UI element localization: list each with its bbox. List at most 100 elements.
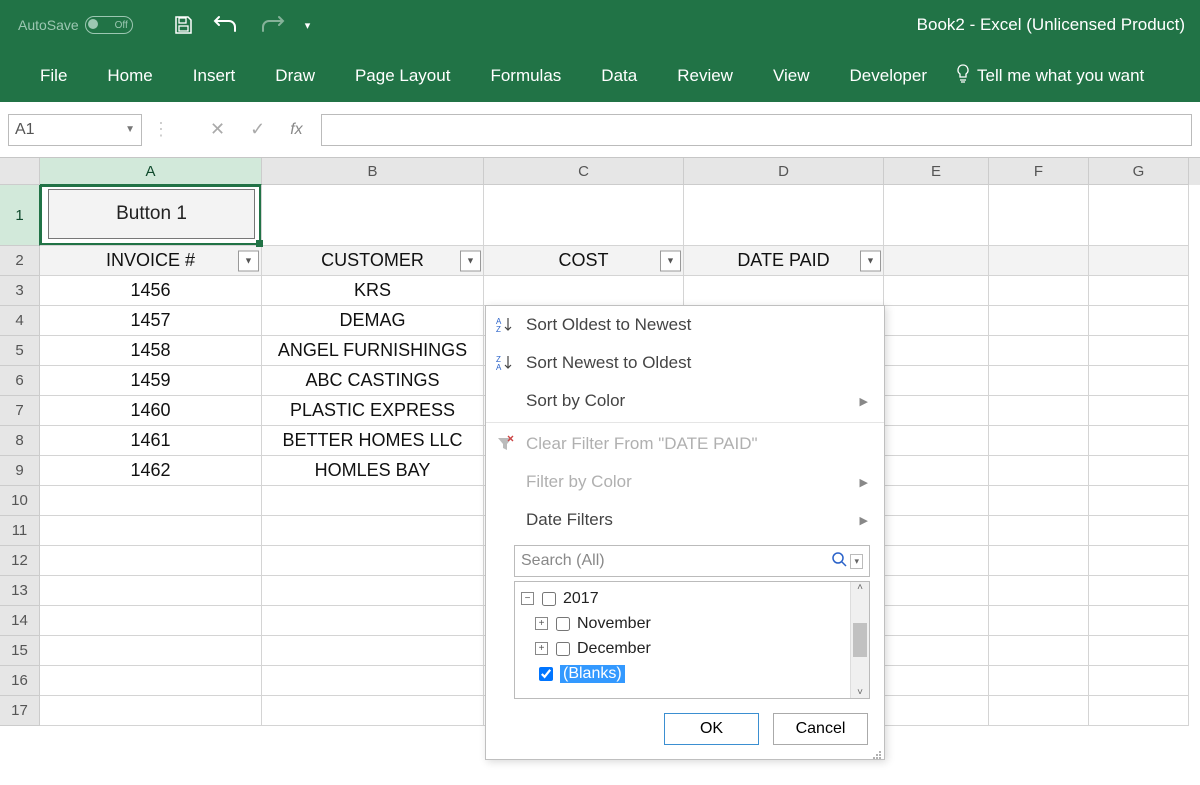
cell-customer[interactable]: DEMAG: [262, 306, 484, 336]
cell-b1[interactable]: [262, 185, 484, 246]
tree-scrollbar[interactable]: ˄ ˅: [850, 582, 869, 698]
accept-formula-icon[interactable]: ✓: [250, 119, 265, 140]
tell-me-search[interactable]: Tell me what you want: [955, 64, 1144, 89]
cell-invoice[interactable]: 1459: [40, 366, 262, 396]
tab-data[interactable]: Data: [581, 56, 657, 96]
tab-page-layout[interactable]: Page Layout: [335, 56, 470, 96]
col-header-e[interactable]: E: [884, 158, 989, 185]
row-header[interactable]: 17: [0, 696, 40, 726]
filter-dropdown-icon[interactable]: ▼: [238, 250, 259, 271]
cell-c1[interactable]: [484, 185, 684, 246]
name-box[interactable]: A1 ▼: [8, 114, 142, 146]
col-header-d[interactable]: D: [684, 158, 884, 185]
tab-home[interactable]: Home: [87, 56, 172, 96]
cell-customer[interactable]: PLASTIC EXPRESS: [262, 396, 484, 426]
checkbox-nov[interactable]: [556, 617, 570, 631]
row-header[interactable]: 6: [0, 366, 40, 396]
collapse-icon[interactable]: −: [521, 592, 534, 605]
row-header[interactable]: 15: [0, 636, 40, 666]
cell-invoice[interactable]: 1461: [40, 426, 262, 456]
col-header-c[interactable]: C: [484, 158, 684, 185]
tab-insert[interactable]: Insert: [173, 56, 256, 96]
cell-date-paid[interactable]: [684, 276, 884, 306]
cell-f1[interactable]: [989, 185, 1089, 246]
ok-button[interactable]: OK: [664, 713, 759, 745]
row-header[interactable]: 11: [0, 516, 40, 546]
filter-search-box[interactable]: Search (All) ▾: [514, 545, 870, 577]
tree-blanks[interactable]: (Blanks): [535, 661, 869, 686]
date-filters-item[interactable]: Date Filters ▶: [486, 501, 884, 539]
header-cost[interactable]: COST ▼: [484, 246, 684, 276]
cell-customer[interactable]: ANGEL FURNISHINGS: [262, 336, 484, 366]
filter-dropdown-icon[interactable]: ▼: [660, 250, 681, 271]
tab-draw[interactable]: Draw: [255, 56, 335, 96]
row-header[interactable]: 7: [0, 396, 40, 426]
cell-invoice[interactable]: 1462: [40, 456, 262, 486]
row-header[interactable]: 13: [0, 576, 40, 606]
row-header-1[interactable]: 1: [0, 185, 40, 246]
header-invoice[interactable]: INVOICE # ▼: [40, 246, 262, 276]
chevron-down-icon[interactable]: ▼: [125, 124, 135, 135]
cell-customer[interactable]: ABC CASTINGS: [262, 366, 484, 396]
cell-customer[interactable]: HOMLES BAY: [262, 456, 484, 486]
col-header-b[interactable]: B: [262, 158, 484, 185]
col-header-a[interactable]: A: [40, 158, 262, 185]
filter-dropdown-icon[interactable]: ▼: [460, 250, 481, 271]
row-header[interactable]: 5: [0, 336, 40, 366]
sort-oldest-item[interactable]: AZ Sort Oldest to Newest: [486, 306, 884, 344]
cell-invoice[interactable]: 1460: [40, 396, 262, 426]
save-icon[interactable]: [173, 15, 193, 35]
filter-values-tree[interactable]: − 2017 + November + December (Blanks) ˄ …: [514, 581, 870, 699]
tree-month-dec[interactable]: + December: [535, 636, 869, 661]
tab-view[interactable]: View: [753, 56, 830, 96]
checkbox-blanks[interactable]: [539, 667, 553, 681]
qat-customize-icon[interactable]: ▾: [305, 19, 311, 32]
cell-d1[interactable]: [684, 185, 884, 246]
cell-invoice[interactable]: 1458: [40, 336, 262, 366]
checkbox-2017[interactable]: [542, 592, 556, 606]
filter-dropdown-icon[interactable]: ▼: [860, 250, 881, 271]
cancel-formula-icon[interactable]: ✕: [210, 119, 225, 140]
cell-g1[interactable]: [1089, 185, 1189, 246]
redo-icon[interactable]: [259, 15, 285, 35]
tab-review[interactable]: Review: [657, 56, 753, 96]
undo-icon[interactable]: [213, 15, 239, 35]
row-header[interactable]: 10: [0, 486, 40, 516]
cell-customer[interactable]: BETTER HOMES LLC: [262, 426, 484, 456]
expand-icon[interactable]: +: [535, 642, 548, 655]
tree-year-2017[interactable]: − 2017: [521, 586, 869, 611]
row-header[interactable]: 9: [0, 456, 40, 486]
cell-cost[interactable]: [484, 276, 684, 306]
tab-file[interactable]: File: [20, 56, 87, 96]
sort-newest-item[interactable]: ZA Sort Newest to Oldest: [486, 344, 884, 382]
cancel-button[interactable]: Cancel: [773, 713, 868, 745]
autosave-toggle[interactable]: AutoSave Off: [18, 16, 133, 34]
cell-invoice[interactable]: 1457: [40, 306, 262, 336]
chevron-down-icon[interactable]: ▾: [850, 554, 863, 569]
toggle-off-icon[interactable]: Off: [85, 16, 133, 34]
form-button-1[interactable]: Button 1: [48, 189, 255, 239]
expand-icon[interactable]: +: [535, 617, 548, 630]
checkbox-dec[interactable]: [556, 642, 570, 656]
select-all-triangle[interactable]: [0, 158, 40, 185]
tree-month-nov[interactable]: + November: [535, 611, 869, 636]
row-header[interactable]: 16: [0, 666, 40, 696]
resize-grip-icon[interactable]: [872, 747, 882, 757]
row-header[interactable]: 8: [0, 426, 40, 456]
cell-e1[interactable]: [884, 185, 989, 246]
col-header-f[interactable]: F: [989, 158, 1089, 185]
row-header-2[interactable]: 2: [0, 246, 40, 276]
header-customer[interactable]: CUSTOMER ▼: [262, 246, 484, 276]
row-header[interactable]: 4: [0, 306, 40, 336]
scrollbar-thumb[interactable]: [853, 623, 867, 657]
col-header-g[interactable]: G: [1089, 158, 1189, 185]
tab-formulas[interactable]: Formulas: [470, 56, 581, 96]
row-header[interactable]: 14: [0, 606, 40, 636]
row-header[interactable]: 3: [0, 276, 40, 306]
header-date-paid[interactable]: DATE PAID ▼: [684, 246, 884, 276]
cell-customer[interactable]: KRS: [262, 276, 484, 306]
row-header[interactable]: 12: [0, 546, 40, 576]
scroll-down-icon[interactable]: ˅: [857, 687, 863, 698]
scroll-up-icon[interactable]: ˄: [857, 582, 863, 593]
sort-by-color-item[interactable]: Sort by Color ▶: [486, 382, 884, 420]
